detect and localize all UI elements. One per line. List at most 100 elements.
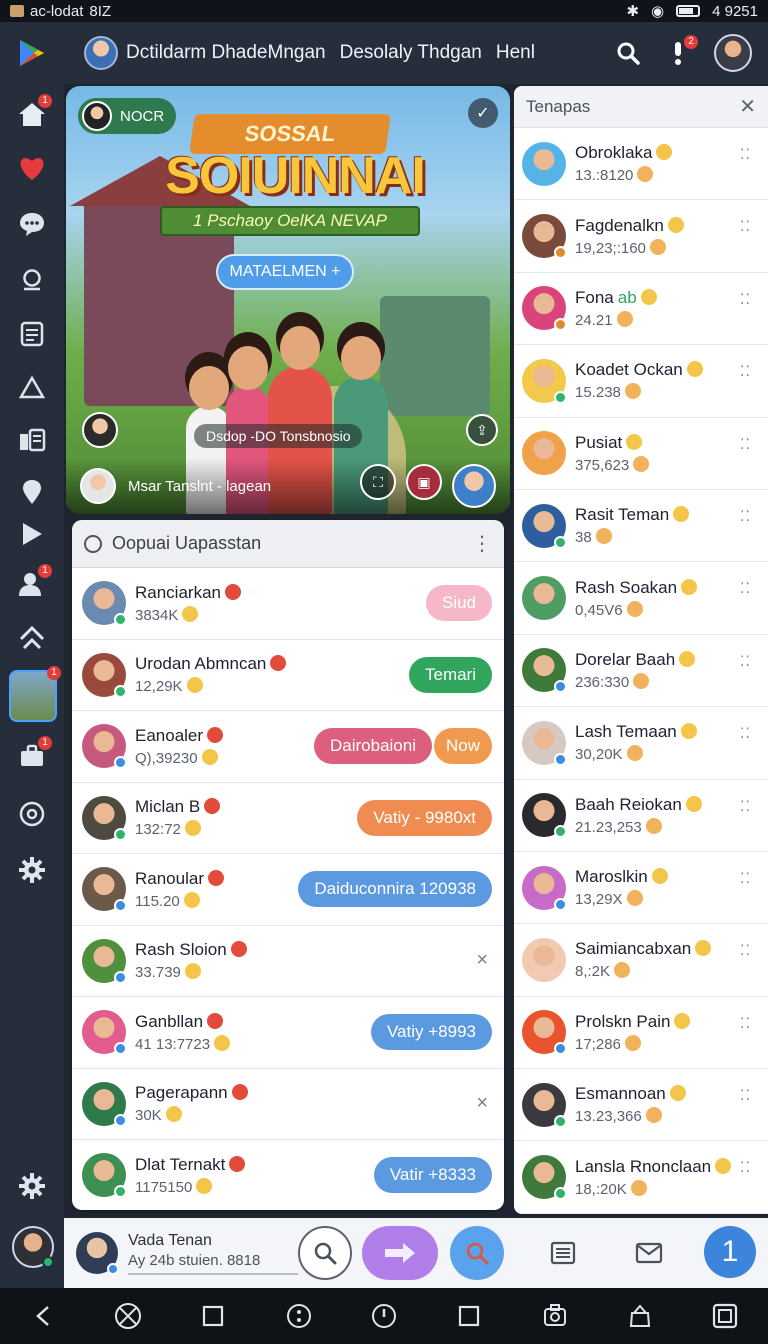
rail-alerts[interactable] [14,370,50,406]
list-item[interactable]: Rasit Teman 38 ⁚⁚ [514,490,768,563]
list-button[interactable] [536,1226,590,1280]
forward-button[interactable] [362,1226,438,1280]
footer-profile-button[interactable] [452,464,496,508]
contact-avatar[interactable] [82,1153,127,1199]
close-icon[interactable]: × [476,1092,488,1115]
mail-button[interactable] [622,1226,676,1280]
list-item[interactable]: Esmannoan 13.23,366 ⁚⁚ [514,1069,768,1142]
drag-handle-icon[interactable]: ⁚⁚ [740,1016,754,1030]
contact-avatar[interactable] [522,214,567,260]
hero-viewer-avatar[interactable] [82,412,118,448]
assistant-icon[interactable] [283,1300,315,1332]
drag-handle-icon[interactable]: ⁚⁚ [740,799,754,813]
current-user-avatar[interactable] [76,1232,119,1275]
hero-pill-button[interactable]: MATAELMEN + [216,254,354,290]
list-item[interactable]: Fona ab 24.21 ⁚⁚ [514,273,768,346]
rail-list[interactable] [14,316,50,352]
aperture-icon[interactable] [112,1300,144,1332]
contact-avatar[interactable] [522,1010,567,1056]
list-item[interactable]: Baah Reiokan 21.23,253 ⁚⁚ [514,780,768,852]
contact-avatar[interactable] [82,867,127,913]
drag-handle-icon[interactable]: ⁚⁚ [740,292,754,306]
contact-avatar[interactable] [522,865,567,911]
contact-avatar[interactable] [522,431,566,476]
drag-handle-icon[interactable]: ⁚⁚ [740,581,754,595]
square-icon[interactable] [197,1300,229,1332]
list-item[interactable]: Ranoular 115.20 Daiduconnira 120938 [72,854,504,926]
drag-handle-icon[interactable]: ⁚⁚ [740,364,754,378]
drag-handle-icon[interactable]: ⁚⁚ [740,437,754,451]
counter-button[interactable]: 1 [704,1226,756,1278]
close-icon[interactable]: ✕ [739,94,756,119]
rail-support[interactable] [14,796,50,832]
contact-avatar[interactable] [82,652,127,698]
rail-search[interactable] [14,262,50,298]
drag-handle-icon[interactable]: ⁚⁚ [740,147,754,161]
rail-active-thumbnail[interactable]: 1 [9,666,61,722]
action-pill-button[interactable]: Daiduconnira 120938 [298,871,492,908]
play-store-logo-icon[interactable] [16,37,48,69]
close-icon[interactable]: × [476,949,488,972]
more-vertical-icon[interactable]: ⋮ [472,531,492,556]
check-icon[interactable]: ✓ [468,98,498,128]
search-button[interactable] [614,39,642,67]
list-item[interactable]: Maroslkin 13,29X ⁚⁚ [514,852,768,925]
action-pill-button[interactable]: Siud [425,585,492,622]
explore-button[interactable] [450,1226,504,1280]
list-item[interactable]: Urodan Abmncan 12,29K Temari [72,640,504,711]
contact-avatar[interactable] [522,1082,567,1128]
contact-avatar[interactable] [82,1081,127,1127]
contact-avatar[interactable] [82,724,127,770]
drag-handle-icon[interactable]: ⁚⁚ [740,943,754,957]
featured-hero-card[interactable]: SOSSAL SOIUINNAI 1 Pschaoy OelKA NEVAP M… [66,86,510,514]
camera-icon[interactable]: ▣ [406,464,442,500]
profile-avatar[interactable] [714,34,752,72]
rail-briefcase[interactable]: 1 [14,736,52,774]
contact-avatar[interactable] [522,1155,567,1201]
list-item[interactable]: Eanoaler Q),39230 Dairobaioni Now [72,711,504,783]
contact-avatar[interactable] [522,937,566,982]
list-item[interactable]: Dlat Ternakt 1175150 Vatir +8333 [72,1140,504,1210]
contact-avatar[interactable] [522,793,567,839]
list-item[interactable]: Rash Sloion 33.739 × [72,926,504,997]
contact-avatar[interactable] [522,141,566,186]
rail-profile-avatar[interactable] [12,1226,54,1268]
list-item[interactable]: Fagdenalkn 19,23;:160 ⁚⁚ [514,200,768,273]
rail-home[interactable]: 1 [14,94,52,132]
contact-avatar[interactable] [522,503,567,549]
contact-avatar[interactable] [522,358,567,404]
action-pill-button[interactable]: Vatir +8333 [373,1157,492,1194]
list-item[interactable]: Saimiancabxan 8,:2K ⁚⁚ [514,924,768,997]
contact-avatar[interactable] [82,581,127,627]
alerts-button[interactable]: 2 [664,35,698,67]
list-item[interactable]: Dorelar Baah 236:330 ⁚⁚ [514,635,768,708]
contact-avatar[interactable] [522,648,567,694]
bag-icon[interactable]: ⛶ [360,464,396,500]
now-pill-button[interactable]: Now [433,728,492,765]
list-item[interactable]: Ranciarkan 3834K Siud [72,568,504,640]
drag-handle-icon[interactable]: ⁚⁚ [740,654,754,668]
rail-explore[interactable] [14,620,50,656]
drag-handle-icon[interactable]: ⁚⁚ [740,726,754,740]
search-button[interactable] [298,1226,352,1280]
contact-avatar[interactable] [82,1010,127,1056]
rail-chat[interactable] [14,206,50,242]
rail-library[interactable] [14,422,50,458]
recents-icon[interactable] [453,1300,485,1332]
action-pill-button[interactable]: Vatiy +8993 [370,1014,492,1051]
contact-avatar[interactable] [522,720,567,766]
list-item[interactable]: Miclan B 132:72 Vatiy - 9980xt [72,783,504,854]
list-item[interactable]: Pusiat 375,623 ⁚⁚ [514,418,768,490]
list-item[interactable]: Lash Temaan 30,20K ⁚⁚ [514,707,768,780]
rail-favorites[interactable] [14,150,50,186]
rail-settings[interactable] [14,852,50,888]
list-item[interactable]: Obroklaka 13.:8120 ⁚⁚ [514,128,768,201]
current-user-info[interactable]: Vada Tenan Ay 24b stuien. 8818 [128,1232,298,1275]
contact-avatar[interactable] [82,795,127,841]
list-item[interactable]: Rash Soakan 0,45V6 ⁚⁚ [514,562,768,635]
list-item[interactable]: Pagerapann 30K × [72,1069,504,1140]
action-pill-button[interactable]: Vatiy - 9980xt [357,799,492,836]
drag-handle-icon[interactable]: ⁚⁚ [740,219,754,233]
drag-handle-icon[interactable]: ⁚⁚ [740,509,754,523]
list-item[interactable]: Lansla Rnonclaan 18,:20K ⁚⁚ [514,1141,768,1214]
